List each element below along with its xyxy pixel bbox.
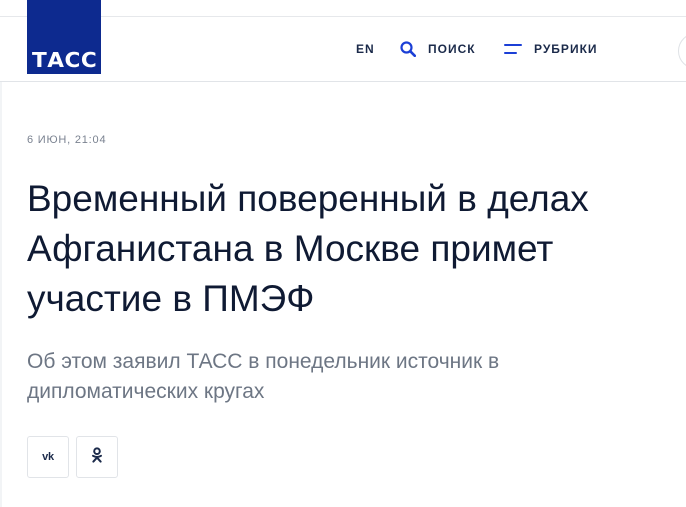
account-button[interactable] [678, 33, 686, 69]
article-lead: Об этом заявил ТАСС в понедельник источн… [27, 350, 500, 403]
article-date: 6 ИЮН, 21:04 [27, 134, 107, 146]
vk-icon: vk [42, 451, 54, 463]
top-strip [0, 0, 686, 17]
article-card: 6 ИЮН, 21:04 Временный поверенный в дела… [2, 82, 686, 507]
odnoklassniki-icon [91, 446, 103, 468]
site-header: EN ПОИСК РУБРИКИ [0, 17, 686, 82]
tass-logo[interactable]: ТАСС [27, 0, 101, 74]
rubrics-label: РУБРИКИ [534, 42, 598, 56]
share-odnoklassniki-button[interactable] [76, 436, 118, 478]
search-icon [400, 41, 416, 57]
rubrics-menu-button[interactable]: РУБРИКИ [504, 17, 598, 81]
search-label: ПОИСК [428, 42, 476, 56]
article-title: Временный поверенный в делах Афганистана… [27, 178, 589, 319]
search-button[interactable]: ПОИСК [400, 17, 476, 81]
menu-icon [504, 43, 522, 55]
logo-text: ТАСС [32, 48, 98, 72]
share-vk-button[interactable]: vk [27, 436, 69, 478]
language-label: EN [356, 42, 375, 56]
language-switch-en[interactable]: EN [356, 17, 375, 81]
